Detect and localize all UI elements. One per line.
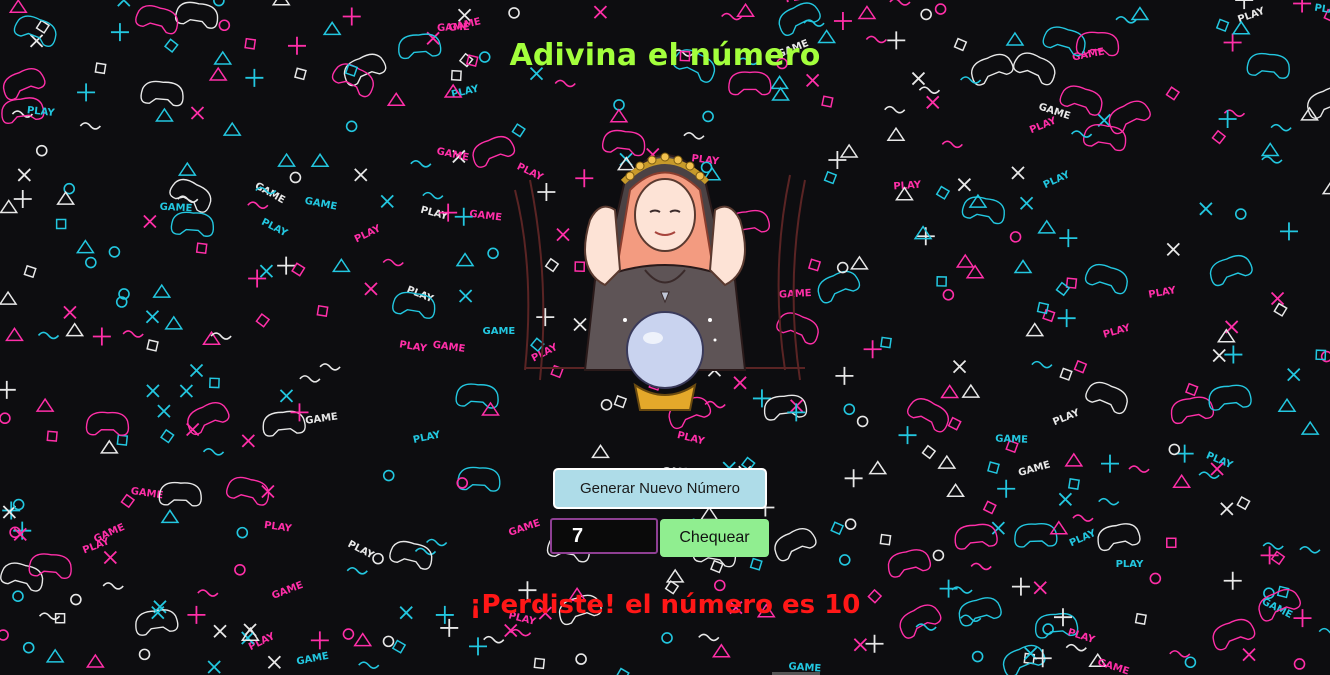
svg-text:PLAY: PLAY: [263, 520, 293, 535]
svg-text:PLAY: PLAY: [450, 83, 480, 100]
svg-text:GAME: GAME: [159, 202, 192, 215]
page-title: Adivina el número: [509, 38, 821, 73]
svg-text:PLAY: PLAY: [1204, 450, 1235, 471]
generate-number-button[interactable]: Generar Nuevo Número: [553, 468, 767, 509]
svg-text:GAME: GAME: [436, 146, 470, 164]
svg-text:PLAY: PLAY: [1102, 322, 1132, 340]
svg-text:PLAY: PLAY: [412, 429, 442, 446]
check-button[interactable]: Chequear: [660, 519, 769, 557]
svg-text:GAME: GAME: [304, 196, 338, 213]
svg-text:PLAY: PLAY: [419, 205, 449, 223]
svg-text:PLAY: PLAY: [259, 217, 289, 240]
svg-text:GAME: GAME: [432, 340, 466, 355]
svg-text:GAME: GAME: [995, 434, 1028, 446]
svg-text:GAME: GAME: [296, 651, 330, 668]
svg-text:PLAY: PLAY: [353, 223, 383, 245]
svg-text:GAME: GAME: [1096, 657, 1131, 675]
svg-text:GAME: GAME: [469, 209, 503, 224]
svg-text:GAME: GAME: [1017, 459, 1052, 479]
svg-text:GAME: GAME: [305, 411, 339, 426]
svg-text:PLAY: PLAY: [1042, 169, 1072, 191]
guess-input[interactable]: [550, 518, 658, 554]
svg-text:PLAY: PLAY: [1051, 407, 1082, 428]
svg-text:PLAY: PLAY: [893, 180, 922, 193]
svg-text:PLAY: PLAY: [1066, 627, 1096, 646]
svg-text:PLAY: PLAY: [398, 339, 428, 354]
svg-text:GAME: GAME: [507, 518, 542, 539]
svg-text:PLAY: PLAY: [1313, 3, 1330, 18]
svg-text:PLAY: PLAY: [1028, 115, 1059, 136]
result-message: ¡Perdiste! el número es 10: [469, 590, 861, 620]
svg-text:PLAY: PLAY: [346, 539, 376, 562]
svg-text:GAME: GAME: [92, 522, 127, 545]
svg-text:PLAY: PLAY: [1068, 528, 1098, 550]
svg-text:PLAY: PLAY: [1116, 559, 1144, 570]
svg-text:PLAY: PLAY: [676, 430, 706, 448]
svg-text:PLAY: PLAY: [405, 285, 436, 306]
fortune-teller-illustration: [514, 152, 806, 411]
svg-text:PLAY: PLAY: [1148, 285, 1178, 301]
